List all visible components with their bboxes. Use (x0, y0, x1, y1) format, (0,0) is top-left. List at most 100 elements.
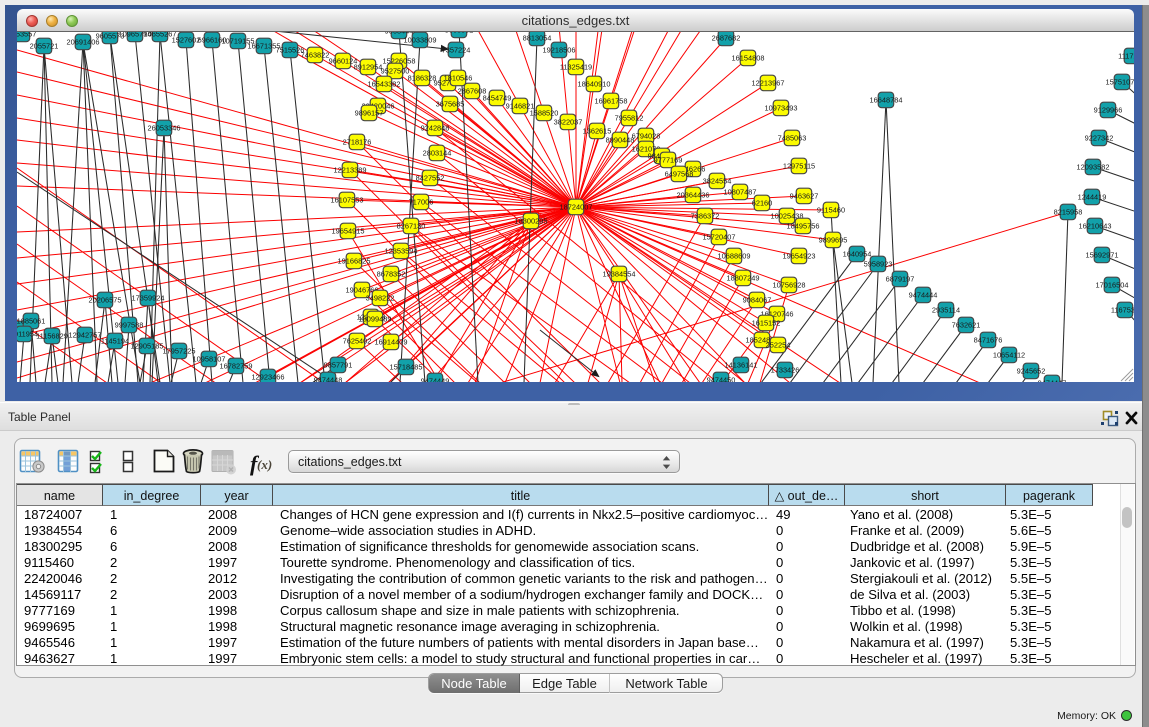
svg-text:10654112: 10654112 (993, 351, 1025, 360)
svg-text:1145194: 1145194 (101, 337, 129, 346)
svg-text:717006: 717006 (409, 198, 434, 207)
svg-text:9474450: 9474450 (707, 376, 736, 382)
svg-text:2055721: 2055721 (30, 42, 59, 51)
svg-text:18640910: 18640910 (578, 80, 611, 89)
svg-text:3824554: 3824554 (703, 177, 732, 186)
svg-text:19218506: 19218506 (543, 46, 576, 55)
svg-text:9474448: 9474448 (314, 376, 343, 382)
svg-text:11325419: 11325419 (560, 63, 592, 72)
svg-text:3822037: 3822037 (554, 118, 583, 127)
svg-text:8186328: 8186328 (408, 74, 437, 83)
svg-text:8267130: 8267130 (397, 222, 426, 231)
svg-text:2718176: 2718176 (343, 138, 372, 147)
svg-text:(x): (x) (257, 457, 272, 472)
svg-text:15692971: 15692971 (1086, 251, 1119, 260)
svg-text:15720407: 15720407 (703, 233, 736, 242)
svg-text:20364436: 20364436 (677, 191, 710, 200)
svg-text:9777169: 9777169 (654, 156, 683, 165)
svg-text:12975115: 12975115 (783, 162, 815, 171)
svg-text:16961758: 16961758 (595, 97, 628, 106)
svg-text:9474449: 9474449 (421, 377, 450, 382)
svg-text:7386372: 7386372 (691, 212, 720, 221)
svg-text:16914479: 16914479 (375, 338, 408, 347)
svg-text:7632621: 7632621 (952, 321, 981, 330)
svg-text:9129966: 9129966 (1094, 106, 1123, 115)
svg-text:18724007: 18724007 (560, 203, 593, 212)
svg-text:1885061: 1885061 (17, 317, 45, 326)
svg-text:1640954: 1640954 (843, 250, 872, 259)
svg-text:1167533: 1167533 (1111, 306, 1134, 315)
svg-text:19654923: 19654923 (783, 252, 816, 261)
svg-text:9899695: 9899695 (819, 236, 848, 245)
svg-text:9527500: 9527500 (381, 67, 410, 76)
svg-text:9997588: 9997588 (115, 321, 144, 330)
svg-text:10033809: 10033809 (404, 36, 437, 45)
svg-text:5958923: 5958923 (864, 260, 893, 269)
svg-text:19166825: 19166825 (338, 257, 371, 266)
svg-text:62160: 62160 (752, 199, 773, 208)
svg-text:8813054: 8813054 (523, 34, 552, 43)
svg-text:16210643: 16210643 (1079, 222, 1112, 231)
svg-text:8678352: 8678352 (377, 270, 406, 279)
svg-text:1588520: 1588520 (530, 109, 559, 118)
svg-text:3911954: 3911954 (17, 330, 38, 339)
svg-text:7463822: 7463822 (301, 51, 330, 60)
svg-text:1244419: 1244419 (1078, 193, 1107, 202)
svg-text:14136141: 14136141 (725, 361, 758, 370)
svg-text:1117255: 1117255 (1118, 52, 1134, 61)
svg-text:16648784: 16648784 (870, 96, 903, 105)
svg-text:19384554: 19384554 (603, 270, 636, 279)
svg-text:9227342: 9227342 (1085, 134, 1114, 143)
svg-text:11156829: 11156829 (36, 332, 68, 341)
svg-text:6794028: 6794028 (632, 132, 661, 141)
svg-text:1733426: 1733426 (771, 366, 800, 375)
svg-text:12353594: 12353594 (385, 247, 418, 256)
svg-text:12213967: 12213967 (752, 79, 785, 88)
svg-text:3675685: 3675685 (436, 100, 465, 109)
svg-text:1853557: 1853557 (17, 32, 36, 39)
svg-text:7625402: 7625402 (343, 337, 372, 346)
svg-text:20206575: 20206575 (89, 296, 122, 305)
svg-text:8471676: 8471676 (974, 336, 1003, 345)
svg-text:8912954: 8912954 (354, 63, 383, 72)
svg-text:6497568: 6497568 (665, 170, 694, 179)
svg-text:19654915: 19654915 (332, 227, 365, 236)
svg-text:18807249: 18807249 (727, 274, 760, 283)
svg-text:10973493: 10973493 (765, 104, 798, 113)
svg-text:16107553: 16107553 (331, 196, 364, 205)
svg-text:17957225: 17957225 (163, 347, 196, 356)
svg-text:9084067: 9084067 (743, 296, 772, 305)
svg-text:7485063: 7485063 (778, 134, 807, 143)
svg-text:18099489: 18099489 (359, 315, 392, 324)
svg-text:9857791: 9857791 (324, 361, 353, 370)
svg-text:7955812: 7955812 (615, 114, 644, 123)
svg-text:12213389: 12213389 (334, 166, 367, 175)
svg-text:1362615: 1362615 (583, 127, 612, 136)
svg-text:1527602: 1527602 (172, 36, 201, 45)
svg-text:12093582: 12093582 (1077, 163, 1110, 172)
svg-text:16154808: 16154808 (732, 54, 765, 63)
svg-text:17016504: 17016504 (1096, 281, 1129, 290)
svg-text:9245652: 9245652 (1017, 367, 1046, 376)
svg-text:9463627: 9463627 (790, 192, 819, 201)
svg-text:2935114: 2935114 (932, 306, 960, 315)
svg-text:10807487: 10807487 (724, 188, 757, 197)
svg-text:12942757: 12942757 (69, 331, 102, 340)
svg-text:9474447: 9474447 (1038, 379, 1067, 382)
svg-text:8215958: 8215958 (1054, 208, 1083, 217)
svg-text:9474444: 9474444 (909, 291, 938, 300)
svg-text:6879197: 6879197 (886, 275, 915, 284)
svg-text:9242848: 9242848 (421, 124, 450, 133)
svg-text:9115460: 9115460 (817, 206, 845, 215)
svg-text:16782759: 16782759 (220, 362, 253, 371)
svg-text:18300295: 18300295 (515, 217, 548, 226)
svg-text:10756928: 10756928 (773, 281, 806, 290)
svg-text:12905185: 12905185 (131, 342, 164, 351)
svg-text:15751074: 15751074 (1106, 78, 1134, 87)
svg-text:3498222: 3498222 (366, 294, 395, 303)
svg-text:15718485: 15718485 (390, 363, 423, 372)
svg-text:12923466: 12923466 (252, 373, 285, 382)
svg-text:7357224: 7357224 (442, 46, 471, 55)
svg-text:20691406: 20691406 (67, 38, 100, 47)
svg-text:17359924: 17359924 (132, 294, 165, 303)
